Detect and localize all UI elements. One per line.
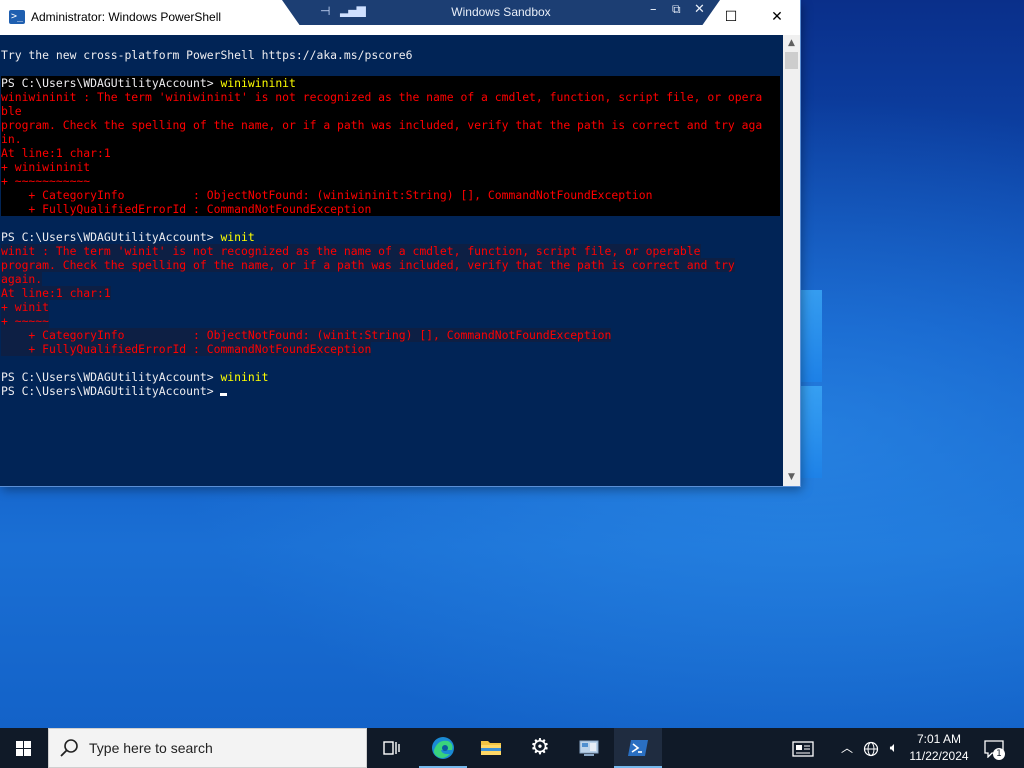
console-output-line: again.: [1, 272, 43, 286]
line-text: + winiwininit: [1, 160, 91, 174]
clock-time: 7:01 AM: [916, 732, 962, 746]
command-text: winit: [220, 230, 255, 244]
clock-date: 11/22/2024: [909, 749, 969, 763]
search-placeholder: Type here to search: [89, 740, 213, 756]
console-output-line: + FullyQualifiedErrorId : CommandNotFoun…: [1, 342, 372, 356]
console-output-line: At line:1 char:1: [1, 286, 111, 300]
scroll-down-arrow-icon[interactable]: ▼: [783, 469, 800, 486]
console-output-line: ble: [1, 104, 780, 118]
search-icon: [60, 739, 78, 757]
sandbox-connection-bar: ⊣ ▂▄▆ Windows Sandbox – ⧉ ✕: [282, 0, 720, 25]
powershell-taskbar-icon[interactable]: [614, 728, 662, 768]
taskbar-search-box[interactable]: Type here to search: [48, 728, 367, 768]
console-output-line: in.: [1, 132, 780, 146]
sandbox-restore-button[interactable]: ⧉: [672, 2, 681, 17]
powershell-window: >_ Administrator: Windows PowerShell — ☐…: [0, 0, 800, 486]
console-output-line: program. Check the spelling of the name,…: [1, 118, 780, 132]
scroll-up-arrow-icon[interactable]: ▲: [783, 35, 800, 52]
line-text: + CategoryInfo : ObjectNotFound: (winiwi…: [1, 188, 653, 202]
console-output-line: program. Check the spelling of the name,…: [1, 258, 735, 272]
windows-logo-icon: [16, 741, 32, 756]
line-text: At line:1 char:1: [1, 146, 111, 160]
line-text: + FullyQualifiedErrorId : CommandNotFoun…: [1, 202, 372, 216]
scroll-thumb[interactable]: [785, 52, 798, 69]
console-output-line: winit : The term 'winit' is not recogniz…: [1, 244, 701, 258]
line-text: + winit: [1, 300, 50, 314]
console-prompt-line: PS C:\Users\WDAGUtilityAccount> wininit: [1, 370, 268, 384]
control-panel-icon[interactable]: [565, 728, 613, 768]
volume-icon[interactable]: 🔈︎: [884, 728, 904, 768]
sandbox-minimize-button[interactable]: –: [650, 2, 657, 17]
task-view-icon[interactable]: [368, 728, 416, 768]
console-output-line: + CategoryInfo : ObjectNotFound: (winit:…: [1, 328, 612, 342]
line-text: in.: [1, 132, 22, 146]
line-text: ble: [1, 104, 22, 118]
console-output[interactable]: Try the new cross-platform PowerShell ht…: [0, 35, 783, 486]
console-output-line: + CategoryInfo : ObjectNotFound: (winiwi…: [1, 188, 780, 202]
prompt-text: PS C:\Users\WDAGUtilityAccount>: [1, 76, 221, 90]
sandbox-close-button[interactable]: ✕: [694, 2, 705, 17]
window-title: Administrator: Windows PowerShell: [31, 10, 222, 24]
edge-icon[interactable]: [419, 728, 467, 768]
line-text: again.: [1, 272, 43, 286]
prompt-text: PS C:\Users\WDAGUtilityAccount>: [1, 384, 221, 398]
news-and-interests-icon[interactable]: [788, 728, 818, 768]
command-text: wininit: [220, 370, 269, 384]
prompt-text: PS C:\Users\WDAGUtilityAccount>: [1, 230, 221, 244]
console-output-line: At line:1 char:1: [1, 146, 780, 160]
text-cursor: [220, 393, 228, 396]
powershell-icon: >_: [9, 10, 25, 24]
network-icon[interactable]: [860, 728, 882, 768]
line-text: winit : The term 'winit' is not recogniz…: [1, 244, 701, 258]
console-output-line: + ~~~~~~~~~~~: [1, 174, 780, 188]
line-text: program. Check the spelling of the name,…: [1, 118, 763, 132]
line-text: program. Check the spelling of the name,…: [1, 258, 735, 272]
vertical-scrollbar[interactable]: ▲ ▼: [783, 35, 800, 486]
console-output-line: + winiwininit: [1, 160, 780, 174]
line-text: Try the new cross-platform PowerShell ht…: [1, 48, 413, 62]
line-text: At line:1 char:1: [1, 286, 111, 300]
console-output-line: Try the new cross-platform PowerShell ht…: [1, 48, 412, 62]
notifications-count: 1: [993, 748, 1005, 760]
close-button[interactable]: ✕: [754, 0, 800, 35]
notifications-icon[interactable]: 1: [980, 728, 1008, 768]
chevron-up-icon[interactable]: ︿: [838, 728, 856, 768]
console-output-line: + ~~~~~: [1, 314, 50, 328]
command-text: winiwininit: [220, 76, 296, 90]
system-clock[interactable]: 7:01 AM 11/22/2024: [904, 731, 974, 765]
console-prompt-line: PS C:\Users\WDAGUtilityAccount> winit: [1, 230, 255, 244]
settings-icon[interactable]: ⚙: [516, 728, 564, 768]
console-prompt-line: PS C:\Users\WDAGUtilityAccount>: [1, 384, 228, 398]
line-text: + ~~~~~~~~~~~: [1, 174, 91, 188]
line-text: + CategoryInfo : ObjectNotFound: (winit:…: [1, 328, 612, 342]
file-explorer-icon[interactable]: [467, 728, 515, 768]
taskbar: Type here to search ⚙ ︿ 🔈︎ 7:01 AM 11/22…: [0, 728, 1024, 768]
line-text: + ~~~~~: [1, 314, 50, 328]
windows-logo-pane: [800, 386, 822, 478]
start-button[interactable]: [0, 728, 48, 768]
prompt-text: PS C:\Users\WDAGUtilityAccount>: [1, 370, 221, 384]
console-output-line: winiwininit : The term 'winiwininit' is …: [1, 90, 780, 104]
line-text: winiwininit : The term 'winiwininit' is …: [1, 90, 763, 104]
line-text: + FullyQualifiedErrorId : CommandNotFoun…: [1, 342, 372, 356]
console-prompt-line: PS C:\Users\WDAGUtilityAccount> winiwini…: [1, 76, 780, 90]
console-output-line: + winit: [1, 300, 50, 314]
console-output-line: + FullyQualifiedErrorId : CommandNotFoun…: [1, 202, 780, 216]
windows-logo-pane: [800, 290, 822, 382]
